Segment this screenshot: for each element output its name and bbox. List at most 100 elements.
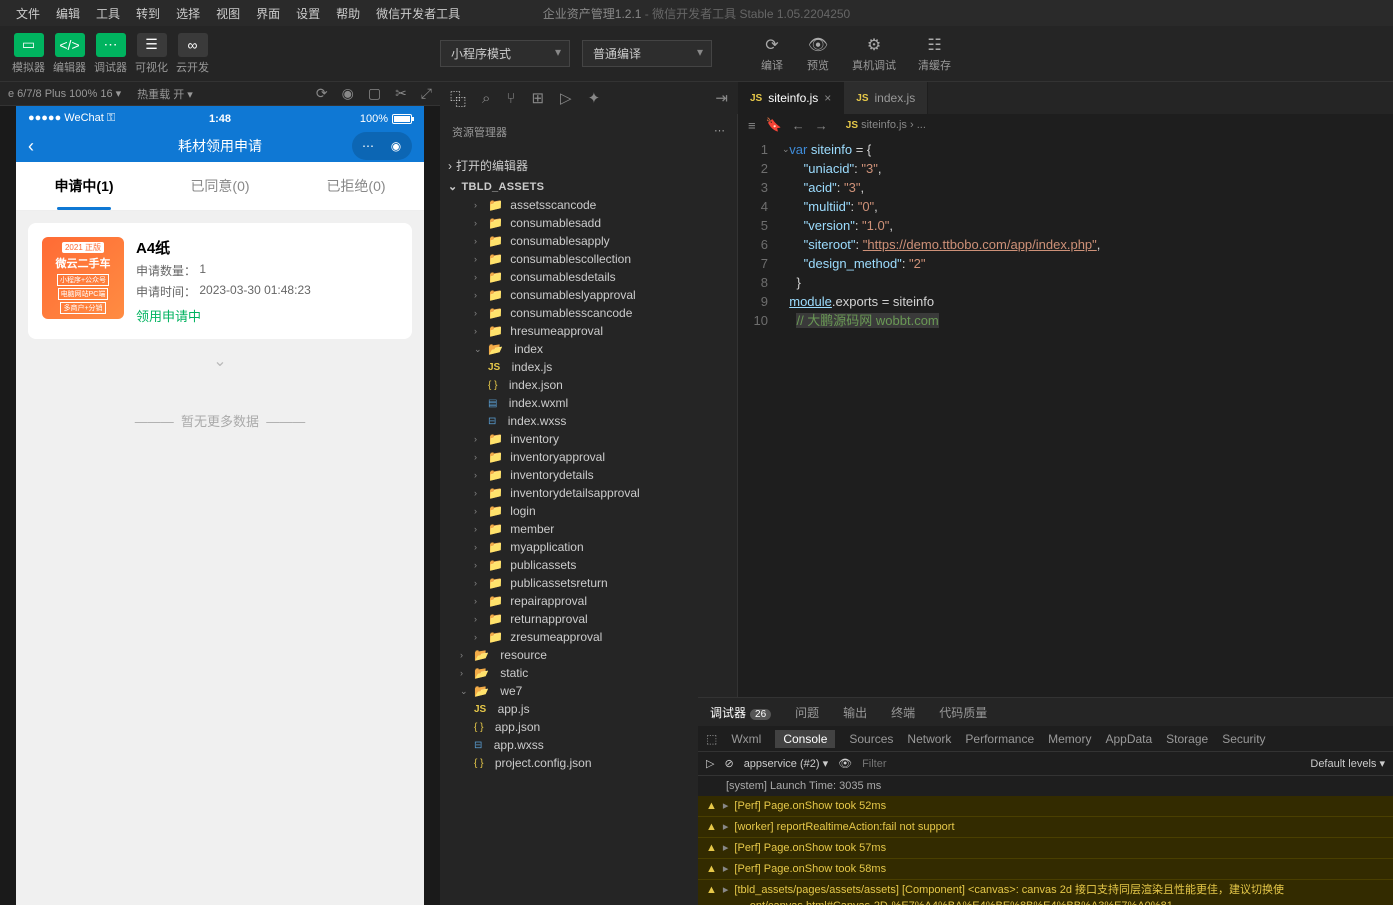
- menu-tools[interactable]: 工具: [88, 5, 128, 22]
- debug-icon[interactable]: ▷: [560, 89, 572, 107]
- expand-icon[interactable]: ▸: [723, 798, 729, 814]
- folder-item[interactable]: ›📁 login: [440, 502, 737, 520]
- explorer-icon[interactable]: ⿻: [450, 86, 466, 110]
- devtools-tab-quality[interactable]: 代码质量: [935, 704, 991, 721]
- compile-dropdown[interactable]: 普通编译: [582, 40, 712, 67]
- devtools-tab-debugger[interactable]: 调试器26: [706, 704, 775, 721]
- folder-item[interactable]: ›📁 consumablesadd: [440, 214, 737, 232]
- context-selector[interactable]: appservice (#2) ▾: [744, 757, 828, 770]
- plugin-icon[interactable]: ✦: [588, 89, 601, 107]
- expand-icon[interactable]: ▸: [723, 819, 729, 835]
- folder-we7[interactable]: ⌄📂 we7: [440, 682, 737, 700]
- expand-icon[interactable]: ▸: [723, 882, 729, 905]
- expand-icon[interactable]: ▸: [723, 861, 729, 877]
- cloud-dev[interactable]: ∞: [178, 33, 208, 57]
- file-index-js[interactable]: JS index.js: [440, 358, 737, 376]
- back-button[interactable]: ‹: [28, 136, 34, 157]
- capsule-close[interactable]: ◉: [382, 134, 410, 158]
- folder-resource[interactable]: ›📂 resource: [440, 646, 737, 664]
- file-app-wxss[interactable]: ⊟ app.wxss: [440, 736, 737, 754]
- tab-applying[interactable]: 申请中(1): [16, 162, 152, 210]
- folder-item[interactable]: ›📁 consumableslyapproval: [440, 286, 737, 304]
- simulator-toggle[interactable]: ▭: [14, 33, 44, 57]
- search-icon[interactable]: ⌕: [482, 90, 490, 107]
- cut-icon[interactable]: ✂: [395, 85, 407, 102]
- editor-toggle[interactable]: </>: [55, 33, 85, 57]
- folder-item[interactable]: ›📁 inventoryapproval: [440, 448, 737, 466]
- folder-item[interactable]: ›📁 zresumeapproval: [440, 628, 737, 646]
- folder-item[interactable]: ›📁 publicassets: [440, 556, 737, 574]
- menu-view[interactable]: 视图: [208, 5, 248, 22]
- menu-goto[interactable]: 转到: [128, 5, 168, 22]
- code-editor[interactable]: 1⌄ var siteinfo = { 2 "uniacid": "3", 3 …: [738, 136, 1393, 334]
- source-control-icon[interactable]: ⑂: [506, 90, 515, 107]
- folder-item[interactable]: ›📁 consumablesdetails: [440, 268, 737, 286]
- menu-help[interactable]: 帮助: [328, 5, 368, 22]
- nav-back-icon[interactable]: ←: [792, 118, 805, 133]
- folder-item[interactable]: ›📁 inventorydetails: [440, 466, 737, 484]
- subtab-appdata[interactable]: AppData: [1105, 732, 1152, 746]
- folder-item[interactable]: ›📁 member: [440, 520, 737, 538]
- extensions-icon[interactable]: ⊞: [531, 89, 544, 107]
- folder-item[interactable]: ›📁 consumablescollection: [440, 250, 737, 268]
- subtab-performance[interactable]: Performance: [965, 732, 1034, 746]
- device-selector[interactable]: e 6/7/8 Plus 100% 16 ▾: [8, 87, 121, 100]
- subtab-memory[interactable]: Memory: [1048, 732, 1091, 746]
- clear-console-icon[interactable]: ⊘: [724, 757, 733, 770]
- open-editors-section[interactable]: ›打开的编辑器: [440, 154, 737, 177]
- mode-dropdown[interactable]: 小程序模式: [440, 40, 570, 67]
- filter-input[interactable]: [862, 758, 1300, 770]
- tab-rejected[interactable]: 已拒绝(0): [288, 162, 424, 210]
- folder-item[interactable]: ›📁 hresumeapproval: [440, 322, 737, 340]
- expand-icon[interactable]: ⤢: [421, 85, 432, 102]
- file-app-json[interactable]: { } app.json: [440, 718, 737, 736]
- file-index-wxml[interactable]: ▤ index.wxml: [440, 394, 737, 412]
- menu-select[interactable]: 选择: [168, 5, 208, 22]
- capsule-menu[interactable]: ⋯: [354, 134, 382, 158]
- file-app-js[interactable]: JS app.js: [440, 700, 737, 718]
- folder-item[interactable]: ›📁 myapplication: [440, 538, 737, 556]
- folder-item[interactable]: ›📁 consumablesapply: [440, 232, 737, 250]
- project-root[interactable]: ⌄TBLD_ASSETS: [440, 177, 737, 196]
- file-project-config[interactable]: { } project.config.json: [440, 754, 737, 772]
- collapse-icon[interactable]: ⇥: [715, 89, 728, 107]
- remote-debug-button[interactable]: ⚙真机调试: [852, 35, 896, 73]
- refresh-icon[interactable]: ⟳: [316, 85, 328, 102]
- folder-index[interactable]: ⌄📂 index: [440, 340, 737, 358]
- compile-button[interactable]: ⟳编译: [760, 35, 784, 73]
- folder-item[interactable]: ›📁 assetsscancode: [440, 196, 737, 214]
- eye-icon[interactable]: 👁: [838, 757, 852, 770]
- subtab-storage[interactable]: Storage: [1166, 732, 1208, 746]
- bookmark-icon[interactable]: 🔖: [766, 117, 782, 133]
- clear-cache-button[interactable]: ☷清缓存: [918, 35, 951, 73]
- hot-reload-toggle[interactable]: 热重载 开 ▾: [137, 86, 193, 102]
- devtools-tab-output[interactable]: 输出: [839, 704, 871, 721]
- menu-file[interactable]: 文件: [8, 5, 48, 22]
- subtab-sources[interactable]: Sources: [849, 732, 893, 746]
- levels-dropdown[interactable]: Default levels ▾: [1310, 757, 1385, 770]
- subtab-network[interactable]: Network: [907, 732, 951, 746]
- close-icon[interactable]: ×: [824, 91, 831, 105]
- devtools-tab-issues[interactable]: 问题: [791, 704, 823, 721]
- file-index-wxss[interactable]: ⊟ index.wxss: [440, 412, 737, 430]
- folder-item[interactable]: ›📁 repairapproval: [440, 592, 737, 610]
- preview-button[interactable]: 👁预览: [806, 35, 830, 73]
- menu-interface[interactable]: 界面: [248, 5, 288, 22]
- sound-icon[interactable]: ◉: [342, 85, 354, 102]
- folder-item[interactable]: ›📁 returnapproval: [440, 610, 737, 628]
- list-icon[interactable]: ≡: [748, 118, 756, 133]
- visualize-toggle[interactable]: ☰: [137, 33, 167, 57]
- rotate-icon[interactable]: ▢: [368, 85, 381, 102]
- debugger-toggle[interactable]: ⋯: [96, 33, 126, 57]
- devtools-tab-terminal[interactable]: 终端: [887, 704, 919, 721]
- expand-card[interactable]: ⌄: [28, 339, 412, 379]
- expand-icon[interactable]: ▸: [723, 840, 729, 856]
- subtab-console[interactable]: Console: [775, 730, 835, 748]
- menu-wechat-devtools[interactable]: 微信开发者工具: [368, 5, 468, 22]
- tab-index-js[interactable]: JSindex.js: [844, 82, 928, 114]
- application-card[interactable]: 2021 正版 微云二手车 小程序+公众号 电脑网站PC端 多商户+分销 A4纸…: [28, 223, 412, 339]
- inspect-icon[interactable]: ⬚: [706, 732, 717, 746]
- tab-siteinfo-js[interactable]: JSsiteinfo.js×: [738, 82, 844, 114]
- folder-item[interactable]: ›📁 publicassetsreturn: [440, 574, 737, 592]
- tab-approved[interactable]: 已同意(0): [152, 162, 288, 210]
